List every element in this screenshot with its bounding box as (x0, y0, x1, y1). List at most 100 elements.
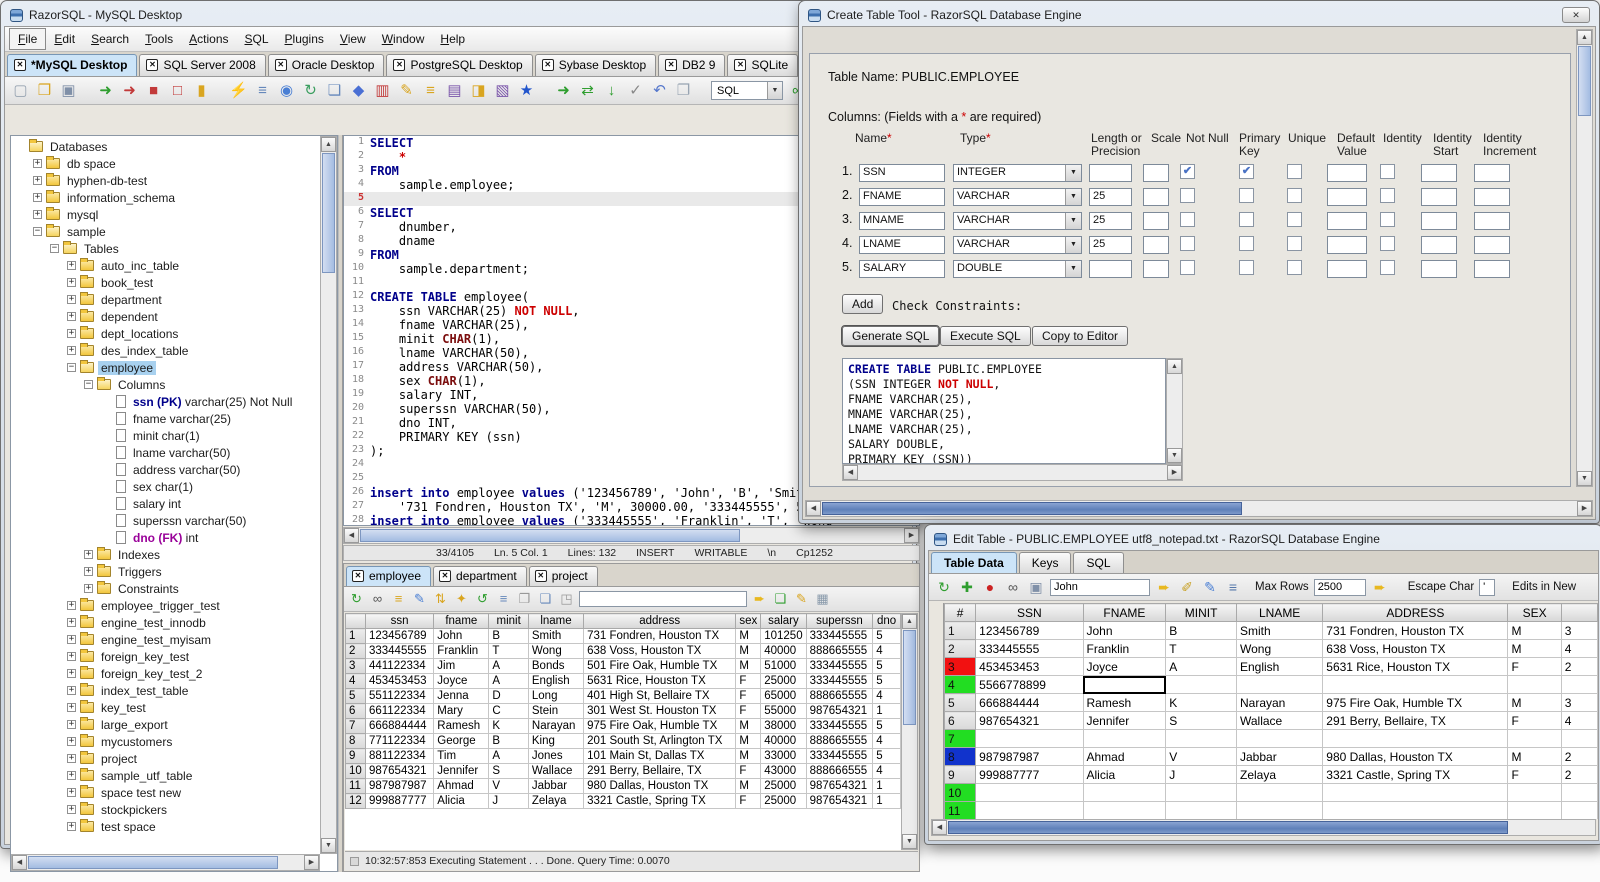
scroll-down-icon[interactable]: ▼ (902, 834, 917, 849)
copy-file-icon[interactable]: ❏ (325, 82, 344, 100)
tree-item-dept-locations[interactable]: + dept_locations (12, 325, 319, 342)
connection-tab-postgresql-desktop[interactable]: ✕ PostgreSQL Desktop (386, 54, 533, 76)
result-tab-department[interactable]: ✕ department (433, 566, 527, 586)
cell[interactable]: K (488, 718, 529, 734)
length-input[interactable] (1089, 260, 1132, 278)
connection-tab-sybase-desktop[interactable]: ✕ Sybase Desktop (534, 54, 657, 76)
save-edits-icon[interactable]: ▣ (1027, 578, 1045, 596)
tree-expander-icon[interactable]: + (67, 754, 76, 763)
cell[interactable]: 3 (1560, 621, 1598, 640)
scale-input[interactable] (1143, 260, 1169, 278)
cell[interactable]: 888665555 (805, 688, 874, 704)
row-number[interactable]: 4 (345, 673, 366, 689)
row-number[interactable]: 12 (345, 793, 366, 809)
row-number[interactable]: 11 (944, 801, 977, 819)
column-header-fname[interactable]: fname (433, 613, 490, 629)
new-query-page-icon[interactable]: ❐ (674, 82, 693, 100)
tree-expander-icon[interactable]: + (67, 737, 76, 746)
cell[interactable]: 1 (872, 793, 901, 809)
tree-item-engine-test-myisam[interactable]: + engine_test_myisam (12, 631, 319, 648)
close-icon[interactable]: ✕ (1562, 7, 1590, 23)
row-number[interactable]: 9 (345, 748, 366, 764)
tree-item-foreign-key-test[interactable]: + foreign_key_test (12, 648, 319, 665)
cell[interactable] (1235, 675, 1324, 694)
column-header-salary[interactable]: salary (760, 613, 807, 629)
favorites-icon[interactable]: ★ (517, 82, 536, 100)
sql-preview-horizontal-scrollbar[interactable]: ◀ ▶ (842, 464, 1183, 481)
tree-item-mysql[interactable]: + mysql (12, 206, 319, 223)
length-input[interactable]: 25 (1089, 212, 1132, 230)
column-header-rownum[interactable] (345, 613, 366, 629)
cell[interactable]: F (735, 688, 762, 704)
cell[interactable]: V (488, 778, 529, 794)
length-input[interactable]: 25 (1089, 188, 1132, 206)
new-file-icon[interactable]: ▢ (11, 82, 30, 100)
table-row[interactable]: 1 123456789 John B Smith 731 Fondren, Houston… (345, 628, 901, 644)
window-view-icon[interactable]: ❐ (516, 590, 533, 608)
cell[interactable]: Stein (527, 703, 585, 719)
default-value-input[interactable] (1327, 260, 1367, 278)
column-header-minit[interactable]: MINIT (1165, 603, 1237, 622)
tree-expander-icon[interactable]: + (67, 686, 76, 695)
cell[interactable]: V (1165, 747, 1237, 766)
edit-sql-icon[interactable]: ✎ (397, 82, 416, 100)
cell[interactable] (975, 801, 1084, 819)
editor-hscroll-thumb[interactable] (360, 529, 740, 542)
cell[interactable]: 4 (872, 733, 901, 749)
selected-cell[interactable] (1082, 675, 1167, 694)
tree-item-des-index-table[interactable]: + des_index_table (12, 342, 319, 359)
table-row[interactable]: 6 987654321 Jennifer S Wallace 291 Berry, Bel… (944, 711, 1598, 730)
row-number[interactable]: 2 (345, 643, 366, 659)
primary-key-checkbox[interactable] (1239, 236, 1254, 251)
compare-icon[interactable]: ◆ (349, 82, 368, 100)
column-header-ssn[interactable]: SSN (975, 603, 1084, 622)
tree-expander-icon[interactable]: + (84, 550, 93, 559)
tree-item-large-export[interactable]: + large_export (12, 716, 319, 733)
scroll-right-icon[interactable]: ▶ (904, 528, 919, 543)
cell[interactable]: 453453453 (975, 657, 1084, 676)
tree-item-indexes[interactable]: + Indexes (12, 546, 319, 563)
tree-item-information-schema[interactable]: + information_schema (12, 189, 319, 206)
cell[interactable]: 888666555 (805, 763, 874, 779)
cell[interactable]: D (488, 688, 529, 704)
cell[interactable]: 987987987 (364, 778, 435, 794)
default-value-input[interactable] (1327, 164, 1367, 182)
results-filter-input[interactable] (579, 591, 747, 607)
scroll-left-icon[interactable]: ◀ (12, 855, 27, 870)
cell[interactable]: Jabbar (527, 778, 585, 794)
menu-search[interactable]: Search (83, 29, 137, 49)
cell[interactable]: 291 Berry, Bellaire, TX (583, 763, 737, 779)
row-number[interactable]: 3 (345, 658, 366, 674)
cell[interactable]: B (488, 628, 529, 644)
row-number[interactable]: 5 (345, 688, 366, 704)
row-number[interactable]: 10 (944, 783, 977, 802)
identity-start-input[interactable] (1421, 188, 1457, 206)
scroll-left-icon[interactable]: ◀ (843, 465, 858, 480)
row-number[interactable]: 8 (345, 733, 366, 749)
cell[interactable] (1235, 729, 1324, 748)
cell[interactable]: 38000 (760, 718, 807, 734)
cell[interactable]: 123456789 (364, 628, 435, 644)
disconnect-all-icon[interactable]: □ (168, 82, 187, 100)
row-number[interactable]: 8 (944, 747, 977, 766)
cell[interactable]: M (1507, 693, 1562, 712)
cell[interactable]: 4 (872, 643, 901, 659)
close-tab-icon[interactable]: ✕ (439, 570, 452, 582)
cell[interactable]: John (433, 628, 490, 644)
window-horizontal-scrollbar[interactable]: ◀ ▶ (805, 500, 1593, 517)
editor-horizontal-scrollbar[interactable]: ◀ ▶ (343, 527, 920, 544)
table-row[interactable]: 10 (944, 783, 1598, 802)
column-header-fname[interactable]: FNAME (1082, 603, 1167, 622)
cell[interactable]: 731 Fondren, Houston TX (1322, 621, 1509, 640)
escape-char-input[interactable] (1479, 578, 1496, 596)
cell[interactable]: 638 Voss, Houston TX (583, 643, 737, 659)
cell[interactable]: 980 Dallas, Houston TX (1322, 747, 1509, 766)
tree-expander-icon[interactable]: + (67, 635, 76, 644)
window-hscroll-thumb[interactable] (822, 502, 1242, 515)
cell[interactable]: 5566778899 (975, 675, 1084, 694)
table-row[interactable]: 2 333445555 Franklin T Wong 638 Voss, Houston… (345, 643, 901, 659)
cell[interactable]: 666884444 (975, 693, 1084, 712)
column-header-clipped[interactable] (1560, 603, 1598, 622)
cell[interactable]: 987654321 (805, 703, 874, 719)
cell[interactable] (1235, 801, 1324, 819)
